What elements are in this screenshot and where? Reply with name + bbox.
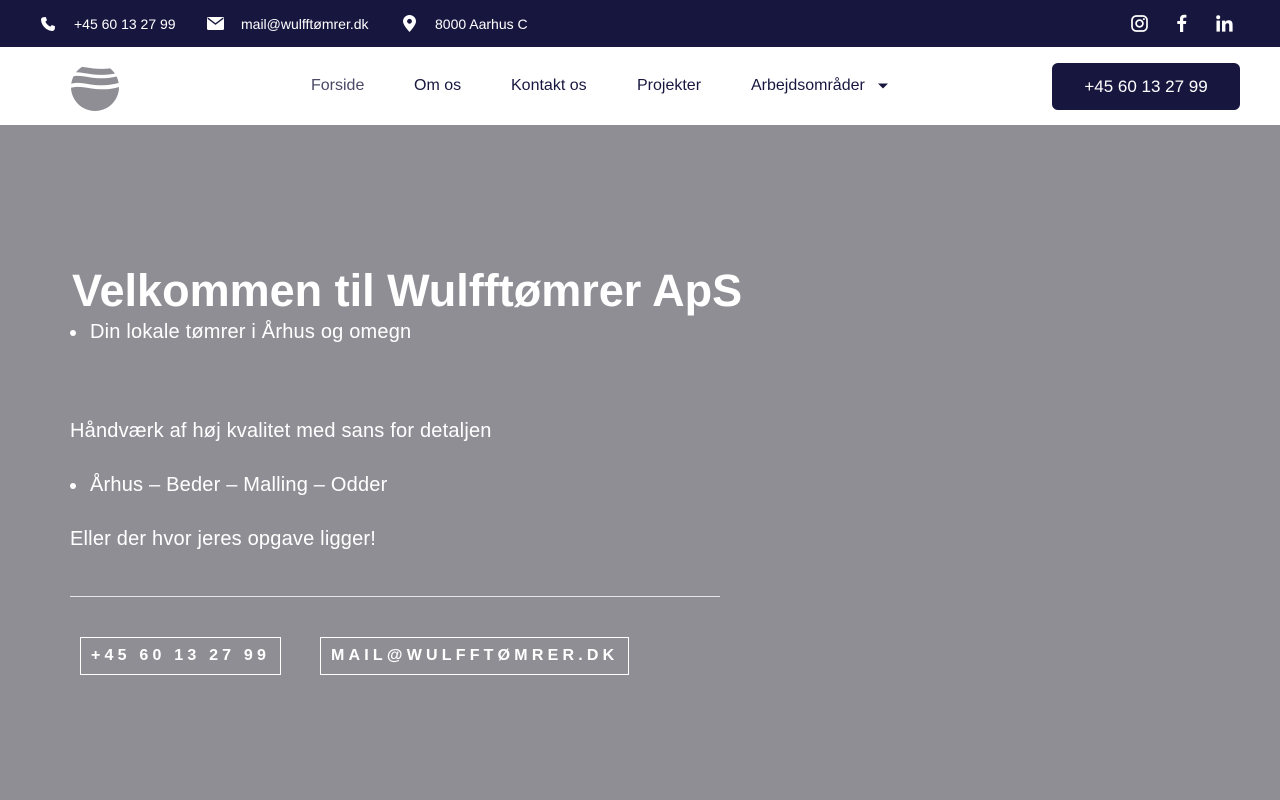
topbar-email-text: mail@wulfftømrer.dk — [241, 15, 369, 32]
envelope-icon — [206, 15, 224, 33]
nav-arbejdsomraader[interactable]: Arbejdsområder — [751, 47, 889, 125]
hero-bullet-areas: Århus – Beder – Malling – Odder — [70, 474, 387, 497]
hero-bullet-local-text: Din lokale tømrer i Århus og omegn — [90, 321, 412, 343]
hero-divider — [70, 596, 720, 597]
top-contact-bar: +45 60 13 27 99 mail@wulfftømrer.dk 8000… — [0, 0, 1280, 47]
topbar-location: 8000 Aarhus C — [400, 0, 528, 47]
nav-om-os[interactable]: Om os — [414, 47, 461, 125]
instagram-icon[interactable] — [1128, 12, 1150, 34]
topbar-phone[interactable]: +45 60 13 27 99 — [39, 0, 176, 47]
nav-projekter[interactable]: Projekter — [637, 47, 701, 125]
linkedin-icon[interactable] — [1213, 12, 1235, 34]
hero-quality-text: Håndværk af høj kvalitet med sans for de… — [70, 420, 492, 442]
hero-email-button[interactable]: MAIL@WULFFTØMRER.DK — [320, 637, 629, 675]
topbar-email[interactable]: mail@wulfftømrer.dk — [206, 0, 369, 47]
bullet-dot — [70, 329, 76, 336]
topbar-location-text: 8000 Aarhus C — [435, 15, 528, 32]
topbar-phone-text: +45 60 13 27 99 — [74, 15, 176, 32]
hero-bullet-local: Din lokale tømrer i Århus og omegn — [70, 321, 411, 344]
bullet-dot — [70, 482, 76, 489]
facebook-icon[interactable] — [1170, 12, 1192, 34]
nav-forside[interactable]: Forside — [311, 47, 364, 125]
hero-section: Velkommen til Wulfftømrer ApS Din lokale… — [0, 125, 1280, 800]
company-logo-icon[interactable] — [70, 62, 120, 112]
hero-title: Velkommen til Wulfftømrer ApS — [72, 265, 743, 316]
hero-bullet-areas-text: Århus – Beder – Malling – Odder — [90, 474, 388, 496]
hero-anywhere-text: Eller der hvor jeres opgave ligger! — [70, 528, 377, 550]
hero-phone-button[interactable]: +45 60 13 27 99 — [80, 637, 281, 675]
main-header: Forside Om os Kontakt os Projekter Arbej… — [0, 47, 1280, 125]
map-pin-icon — [400, 15, 418, 33]
header-phone-button[interactable]: +45 60 13 27 99 — [1052, 63, 1240, 110]
nav-kontakt-os[interactable]: Kontakt os — [511, 47, 587, 125]
caret-down-icon — [877, 80, 889, 92]
nav-arbejdsomraader-label: Arbejdsområder — [751, 77, 865, 94]
phone-icon — [39, 15, 57, 33]
